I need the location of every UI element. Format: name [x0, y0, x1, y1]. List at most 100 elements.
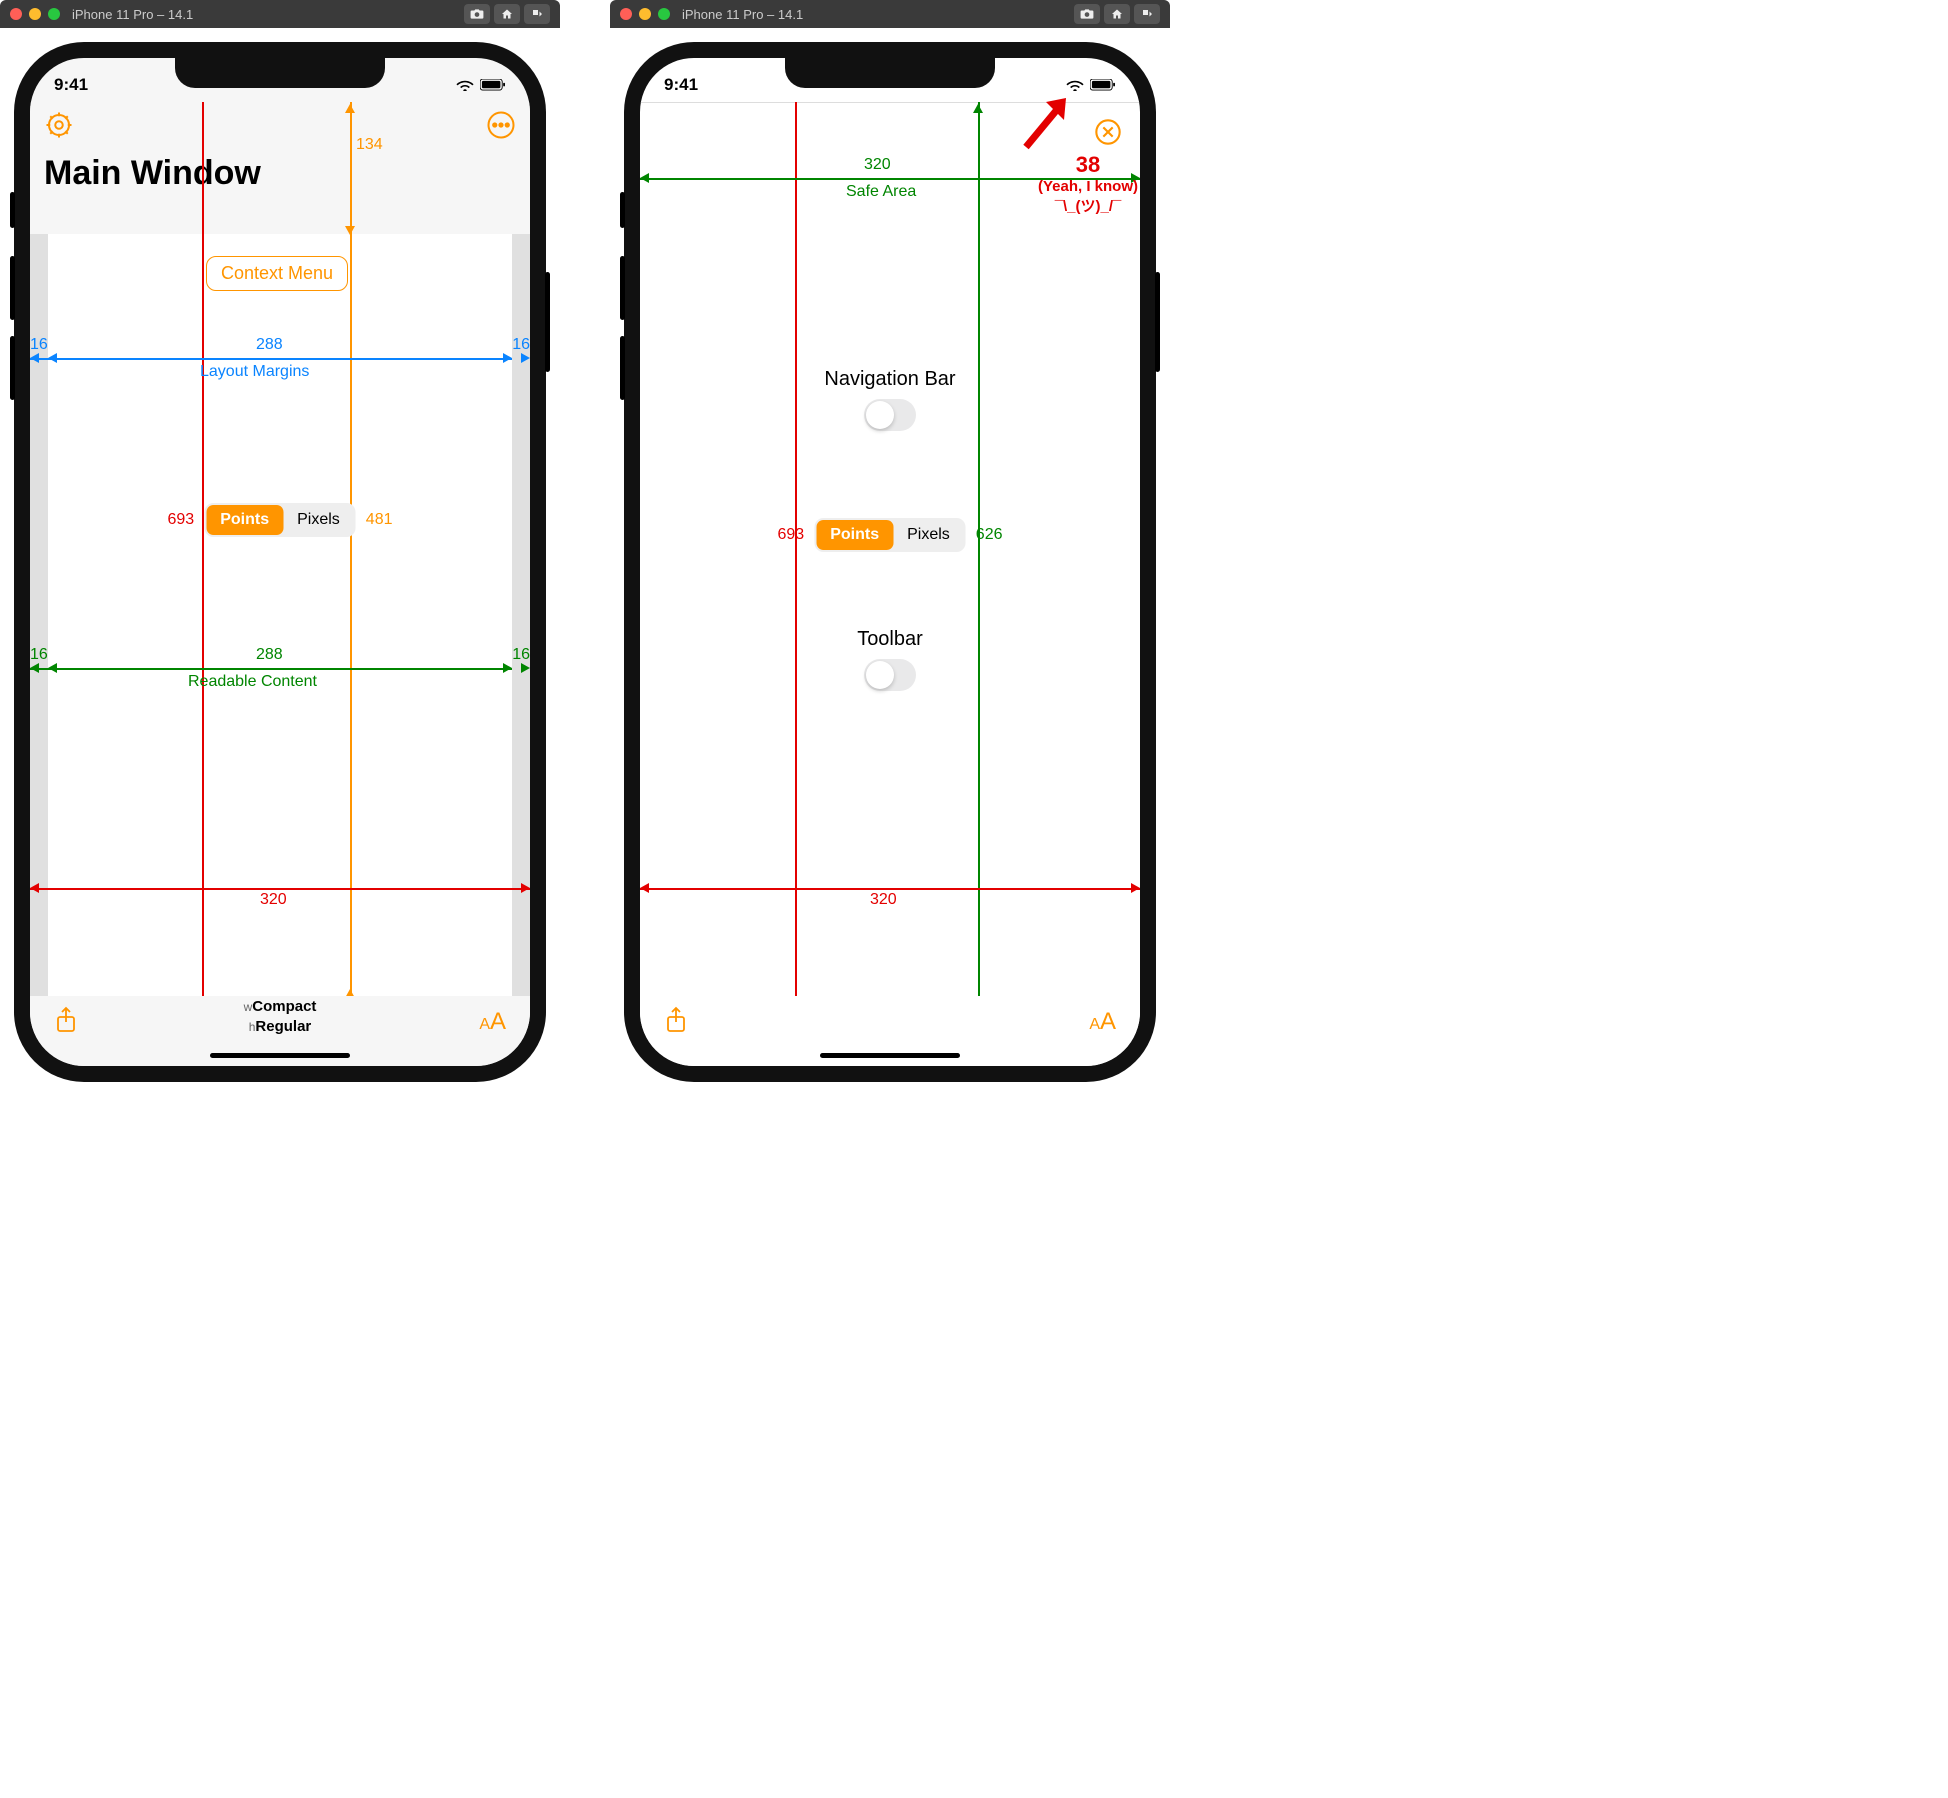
phone-screen: 9:41 Main Window — [30, 58, 530, 1066]
annotation-value: 38 — [1038, 152, 1138, 178]
arrowhead-icon — [640, 173, 649, 183]
status-time: 9:41 — [54, 75, 88, 95]
segment-points[interactable]: Points — [816, 520, 893, 550]
size-class-label: wCompact hRegular — [244, 997, 317, 1036]
home-indicator[interactable] — [210, 1053, 350, 1058]
label-readable-inset-right: 16 — [512, 646, 530, 664]
arrowhead-icon — [345, 226, 355, 235]
home-icon — [1110, 8, 1124, 20]
label-height-green: 626 — [976, 526, 1003, 544]
share-icon — [54, 1006, 78, 1034]
camera-icon — [470, 8, 484, 20]
screenshot-button[interactable] — [1074, 4, 1100, 24]
label-top-offset: 134 — [356, 136, 383, 154]
label-full-width: 320 — [870, 891, 897, 909]
titlebar[interactable]: iPhone 11 Pro – 14.1 — [0, 0, 560, 28]
annotation-block: 38 (Yeah, I know) ¯\_(ツ)_/¯ — [1038, 152, 1138, 216]
minimize-window-button[interactable] — [29, 8, 41, 20]
annotation-note-1: (Yeah, I know) — [1038, 178, 1138, 195]
simulator-window-right: iPhone 11 Pro – 14.1 9:41 — [610, 0, 1170, 1082]
notch — [175, 58, 385, 88]
segment-pixels[interactable]: Pixels — [283, 505, 354, 535]
close-window-button[interactable] — [10, 8, 22, 20]
close-icon — [1094, 118, 1122, 146]
label-layout-inset-left: 16 — [30, 336, 48, 354]
text-size-button[interactable]: AA — [479, 1008, 506, 1036]
home-button[interactable] — [1104, 4, 1130, 24]
label-safe-area-width: 320 — [864, 156, 891, 174]
mute-switch[interactable] — [10, 192, 15, 228]
rotate-icon — [530, 8, 544, 20]
window-title: iPhone 11 Pro – 14.1 — [682, 7, 803, 22]
volume-up-button[interactable] — [10, 256, 15, 320]
context-menu-button[interactable]: Context Menu — [206, 256, 348, 291]
arrowhead-icon — [521, 883, 530, 893]
size-class-h-prefix: h — [249, 1020, 256, 1034]
arrowhead-icon — [521, 353, 530, 363]
zoom-window-button[interactable] — [48, 8, 60, 20]
simulator-body: 9:41 Main Window — [0, 28, 560, 1082]
battery-icon — [1090, 79, 1116, 91]
guide-full-width — [640, 888, 1140, 890]
toolbar-setting: Toolbar — [640, 628, 1140, 691]
arrowhead-icon — [1131, 883, 1140, 893]
gear-icon[interactable] — [44, 110, 74, 140]
guide-full-width — [30, 888, 530, 890]
arrowhead-icon — [48, 663, 57, 673]
share-button[interactable] — [54, 1006, 78, 1039]
power-button[interactable] — [545, 272, 550, 372]
arrowhead-icon — [30, 883, 39, 893]
wifi-icon — [456, 79, 474, 91]
notch — [785, 58, 995, 88]
volume-up-button[interactable] — [620, 256, 625, 320]
text-size-small-icon: A — [479, 1016, 490, 1033]
toolbar-switch[interactable] — [864, 659, 916, 691]
guide-red-vertical — [795, 102, 797, 1066]
text-size-button[interactable]: AA — [1089, 1008, 1116, 1036]
screenshot-button[interactable] — [464, 4, 490, 24]
share-button[interactable] — [664, 1006, 688, 1039]
guide-green-vertical — [978, 102, 980, 1066]
label-readable-inset-left: 16 — [30, 646, 48, 664]
guide-red-vertical — [202, 102, 204, 1066]
wifi-icon — [1066, 79, 1084, 91]
ellipsis-icon[interactable] — [486, 110, 516, 140]
unit-segmented-control: Points Pixels — [814, 518, 966, 552]
home-indicator[interactable] — [820, 1053, 960, 1058]
power-button[interactable] — [1155, 272, 1160, 372]
size-class-w: Compact — [252, 998, 316, 1015]
segment-pixels[interactable]: Pixels — [893, 520, 964, 550]
segment-points[interactable]: Points — [206, 505, 283, 535]
rotate-button[interactable] — [1134, 4, 1160, 24]
label-layout-margins: Layout Margins — [200, 363, 309, 381]
label-height-red: 693 — [778, 526, 805, 544]
size-class-h: Regular — [255, 1018, 311, 1035]
minimize-window-button[interactable] — [639, 8, 651, 20]
label-readable-width: 288 — [256, 646, 283, 664]
mute-switch[interactable] — [620, 192, 625, 228]
arrowhead-icon — [973, 104, 983, 113]
guide-layout-margins — [48, 358, 512, 360]
close-window-button[interactable] — [620, 8, 632, 20]
home-button[interactable] — [494, 4, 520, 24]
arrowhead-icon — [640, 883, 649, 893]
arrowhead-icon — [48, 353, 57, 363]
navigation-bar: Main Window — [30, 102, 530, 205]
page-title: Main Window — [44, 154, 516, 193]
simulator-body: 9:41 — [610, 28, 1170, 1082]
close-button[interactable] — [1094, 118, 1124, 148]
rotate-button[interactable] — [524, 4, 550, 24]
volume-down-button[interactable] — [10, 336, 15, 400]
guide-layout-margin-inset-right — [30, 358, 48, 360]
text-size-small-icon: A — [1089, 1016, 1100, 1033]
traffic-lights — [620, 8, 670, 20]
zoom-window-button[interactable] — [658, 8, 670, 20]
navbar-setting: Navigation Bar — [640, 368, 1140, 431]
text-size-large-icon: A — [1100, 1008, 1116, 1035]
titlebar[interactable]: iPhone 11 Pro – 14.1 — [610, 0, 1170, 28]
traffic-lights — [10, 8, 60, 20]
text-size-large-icon: A — [490, 1008, 506, 1035]
volume-down-button[interactable] — [620, 336, 625, 400]
navbar-switch[interactable] — [864, 399, 916, 431]
label-readable-content: Readable Content — [188, 673, 317, 691]
